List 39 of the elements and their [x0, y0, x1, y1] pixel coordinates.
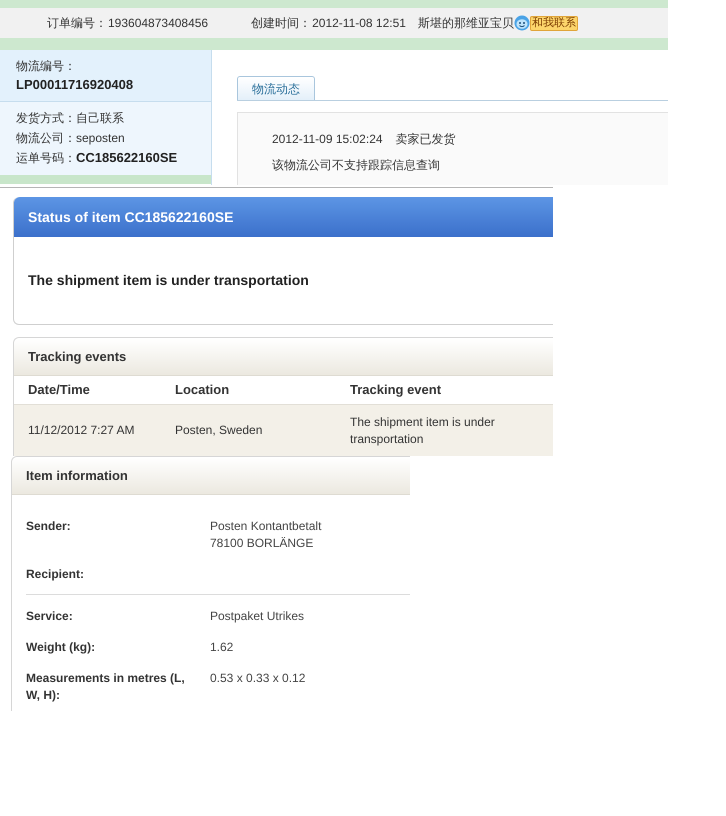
table-cell-text: The shipment item is under transportation	[350, 414, 496, 448]
field-label: 物流公司：	[16, 130, 76, 147]
table-cell-text: 11/12/2012 7:27 AM	[28, 422, 136, 439]
info-value: Postpaket Utrikes	[210, 608, 304, 625]
info-label: Recipient:	[26, 566, 86, 583]
created-time: 2012-11-08 12:51	[312, 15, 406, 32]
logistics-number: LP00011716920408	[16, 77, 134, 93]
status-message: The shipment item is under transportation	[28, 271, 309, 290]
update-note: 该物流公司不支持跟踪信息查询	[272, 157, 441, 174]
info-value: 1.62	[210, 639, 234, 656]
order-number: 193604873408456	[108, 15, 208, 32]
status-title: Status of item CC185622160SE	[28, 208, 234, 226]
smiley-face-icon	[514, 15, 530, 31]
column-header: Tracking event	[350, 381, 442, 400]
info-label: Service:	[26, 608, 74, 625]
created-time-label: 创建时间：	[251, 15, 312, 32]
column-header: Location	[175, 381, 230, 400]
info-label: Measurements in metres (L, W, H):	[26, 670, 186, 704]
update-event: 卖家已发货	[396, 131, 456, 148]
info-value: 0.53 x 0.33 x 0.12	[210, 670, 306, 687]
field-label: 发货方式：	[16, 110, 76, 127]
info-label: Sender:	[26, 518, 72, 535]
column-header: Date/Time	[28, 381, 91, 400]
field-value: CC185622160SE	[76, 149, 178, 168]
tab[interactable]: 物流动态	[237, 76, 315, 100]
table-cell-text: Posten, Sweden	[175, 422, 264, 439]
info-label: Weight (kg):	[26, 639, 96, 656]
field-value: 自己联系	[76, 110, 124, 127]
tracking-events-title: Tracking events	[28, 348, 126, 366]
info-value: Posten Kontantbetalt	[210, 518, 322, 535]
order-number-label: 订单编号：	[47, 15, 107, 32]
contact-seller-button[interactable]: 和我联系	[530, 16, 578, 30]
item-information-title: Item information	[26, 466, 128, 485]
update-time: 2012-11-09 15:02:24	[272, 131, 383, 148]
field-label: 运单号码：	[16, 150, 76, 167]
field-value: seposten	[76, 130, 125, 147]
info-value: 78100 BORLÄNGE	[210, 535, 314, 552]
seller-name: 斯堪的那维亚宝贝	[418, 15, 514, 32]
logistics-number-label: 物流编号：	[16, 58, 77, 74]
